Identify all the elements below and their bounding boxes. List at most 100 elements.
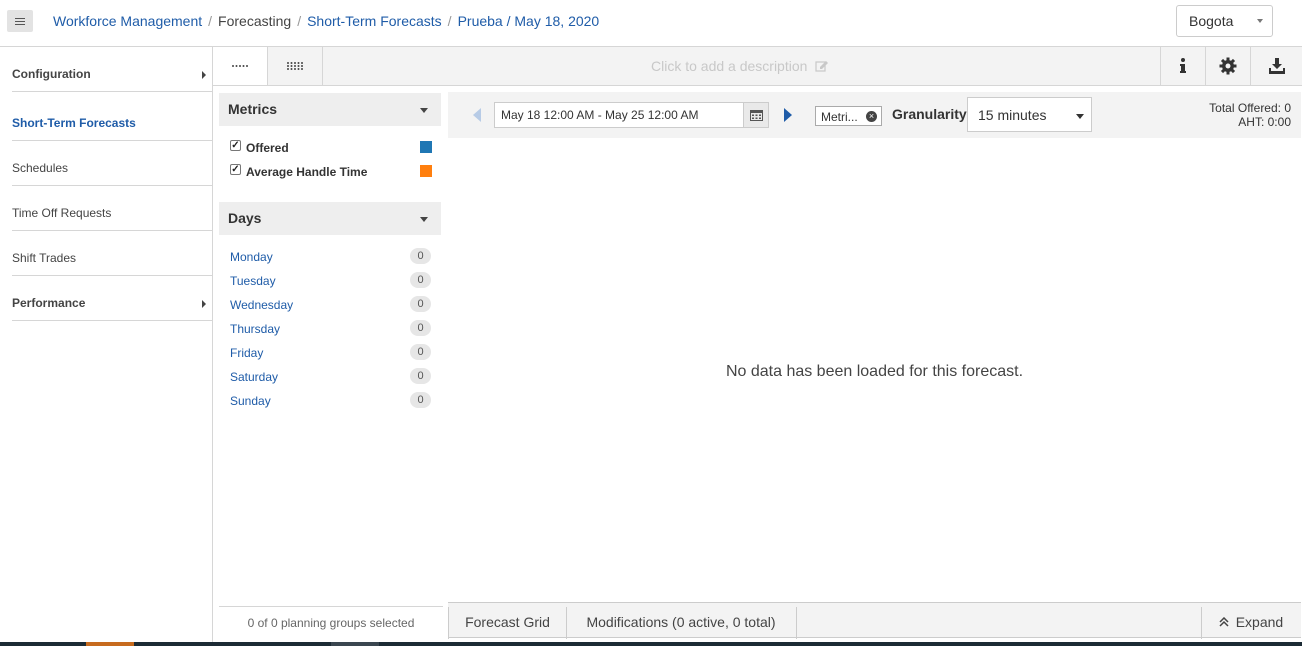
calendar-icon (749, 110, 763, 121)
download-icon (1268, 58, 1285, 74)
next-week-icon[interactable] (784, 108, 792, 122)
checkbox-checked-icon[interactable]: ✓ (230, 140, 241, 151)
breadcrumb-short-term-forecasts[interactable]: Short-Term Forecasts (307, 13, 442, 29)
breadcrumb-forecasting: Forecasting (218, 13, 292, 29)
sidebar-item-label: Shift Trades (12, 251, 77, 265)
info-icon (1180, 58, 1186, 73)
day-count-badge: 0 (410, 320, 431, 336)
expand-label: Expand (1235, 614, 1284, 630)
metric-chip-label: Metri... (821, 110, 858, 124)
metric-average-handle-time[interactable]: ✓ Average Handle Time (230, 164, 432, 180)
taskbar-strip (0, 642, 1302, 646)
checkbox-checked-icon[interactable]: ✓ (230, 164, 241, 175)
date-range-bar: May 18 12:00 AM - May 25 12:00 AM Metri.… (448, 92, 1301, 138)
chevron-right-icon (202, 300, 206, 308)
metrics-title: Metrics (228, 101, 278, 117)
dotted-line-icon (232, 65, 248, 67)
sidebar-item-label: Time Off Requests (12, 206, 112, 220)
total-offered: Total Offered: 0 (1209, 101, 1291, 115)
breadcrumb-current-forecast[interactable]: Prueba / May 18, 2020 (458, 13, 600, 29)
sidebar-item-label: Short-Term Forecasts (12, 116, 136, 130)
day-item-saturday[interactable]: Saturday 0 (230, 368, 431, 385)
day-item-wednesday[interactable]: Wednesday 0 (230, 296, 431, 313)
tab-label: Modifications (0 active, 0 total) (586, 614, 776, 630)
days-panel-header[interactable]: Days (219, 202, 441, 235)
day-count-badge: 0 (410, 296, 431, 312)
description-edit[interactable]: Click to add a description (651, 58, 829, 74)
chevron-down-icon (420, 217, 428, 222)
tab-forecast-grid[interactable]: Forecast Grid (448, 607, 567, 639)
sidebar-item-configuration[interactable]: Configuration (12, 47, 212, 92)
sidebar-item-short-term-forecasts[interactable]: Short-Term Forecasts (12, 96, 212, 141)
line-view-button[interactable] (213, 47, 268, 85)
day-count-badge: 0 (410, 368, 431, 384)
chevron-down-icon (1076, 114, 1084, 119)
sidebar-item-label: Schedules (12, 161, 69, 175)
chevron-down-icon (420, 108, 428, 113)
sidebar-item-schedules[interactable]: Schedules (12, 141, 212, 186)
granularity-select[interactable]: 15 minutes (967, 97, 1092, 132)
forecast-toolbar: Click to add a description (213, 47, 1302, 86)
description-placeholder: Click to add a description (651, 58, 808, 74)
aht-total: AHT: 0:00 (1238, 115, 1291, 129)
grid-view-button[interactable] (268, 47, 323, 85)
sidebar-item-performance[interactable]: Performance (12, 276, 212, 321)
day-count-badge: 0 (410, 272, 431, 288)
top-header: Workforce Management / Forecasting / Sho… (0, 0, 1302, 47)
menu-toggle-icon[interactable] (7, 10, 33, 32)
dot-grid-icon (287, 62, 303, 70)
metric-label: Average Handle Time (246, 165, 368, 179)
left-sidebar: Configuration Short-Term Forecasts Sched… (0, 47, 213, 642)
metric-filter-chip[interactable]: Metri... × (815, 106, 882, 126)
download-button[interactable] (1250, 47, 1302, 85)
timezone-value: Bogota (1189, 13, 1234, 29)
color-swatch (420, 141, 432, 153)
timezone-select[interactable]: Bogota (1176, 5, 1273, 37)
day-label: Saturday (230, 370, 279, 384)
day-label: Sunday (230, 394, 271, 408)
breadcrumb-separator: / (208, 13, 213, 29)
tab-label: Forecast Grid (465, 614, 550, 630)
settings-button[interactable] (1205, 47, 1250, 85)
date-range-input[interactable]: May 18 12:00 AM - May 25 12:00 AM (494, 102, 744, 128)
day-item-tuesday[interactable]: Tuesday 0 (230, 272, 431, 289)
breadcrumb-separator: / (447, 13, 452, 29)
info-button[interactable] (1160, 47, 1205, 85)
day-item-monday[interactable]: Monday 0 (230, 248, 431, 265)
day-item-sunday[interactable]: Sunday 0 (230, 392, 431, 409)
day-count-badge: 0 (410, 344, 431, 360)
metric-offered[interactable]: ✓ Offered (230, 140, 432, 156)
day-item-thursday[interactable]: Thursday 0 (230, 320, 431, 337)
taskbar-item (331, 642, 379, 646)
day-label: Monday (230, 250, 273, 264)
expand-button[interactable]: Expand (1201, 607, 1300, 639)
breadcrumb: Workforce Management / Forecasting / Sho… (53, 13, 599, 29)
metrics-panel-header[interactable]: Metrics (219, 93, 441, 126)
color-swatch (420, 165, 432, 177)
days-title: Days (228, 210, 262, 226)
chevron-right-icon (202, 71, 206, 79)
sidebar-item-time-off-requests[interactable]: Time Off Requests (12, 186, 212, 231)
sidebar-item-shift-trades[interactable]: Shift Trades (12, 231, 212, 276)
close-icon[interactable]: × (866, 111, 877, 122)
double-chevron-up-icon (1219, 616, 1229, 627)
day-label: Tuesday (230, 274, 276, 288)
sidebar-item-label: Configuration (12, 67, 91, 81)
edit-icon (815, 61, 829, 72)
granularity-value: 15 minutes (978, 107, 1047, 123)
metric-label: Offered (246, 141, 289, 155)
totals-summary: Total Offered: 0 AHT: 0:00 (1209, 101, 1291, 129)
previous-week-icon[interactable] (473, 108, 481, 122)
planning-groups-status: 0 of 0 planning groups selected (219, 606, 443, 639)
day-label: Thursday (230, 322, 281, 336)
empty-state-message: No data has been loaded for this forecas… (725, 363, 1024, 380)
day-count-badge: 0 (410, 392, 431, 408)
calendar-button[interactable] (743, 102, 769, 128)
date-range-value: May 18 12:00 AM - May 25 12:00 AM (501, 108, 699, 122)
tab-modifications[interactable]: Modifications (0 active, 0 total) (566, 607, 797, 639)
day-count-badge: 0 (410, 248, 431, 264)
breadcrumb-separator: / (297, 13, 302, 29)
breadcrumb-workforce-management[interactable]: Workforce Management (53, 13, 202, 29)
day-item-friday[interactable]: Friday 0 (230, 344, 431, 361)
day-label: Friday (230, 346, 264, 360)
